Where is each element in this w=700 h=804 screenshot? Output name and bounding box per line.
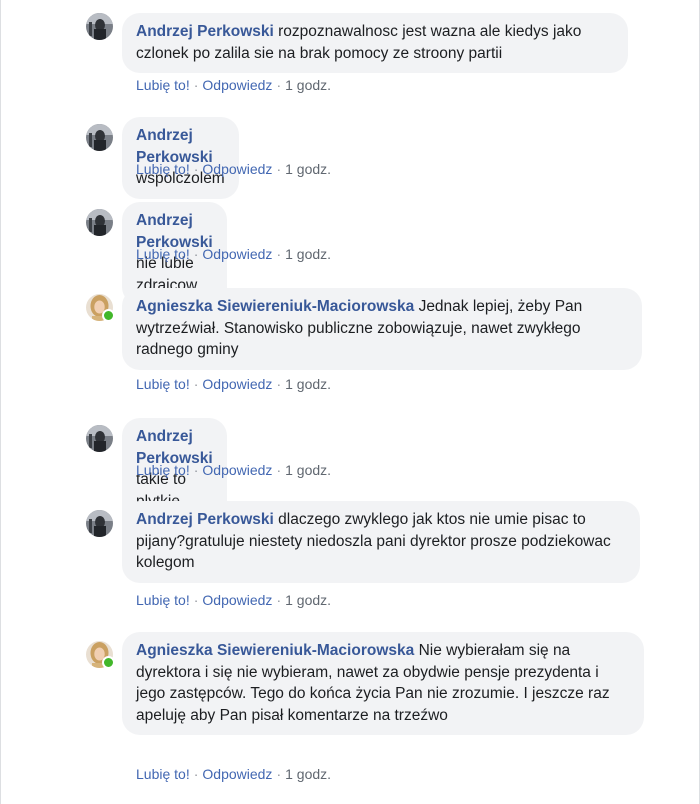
comment-bubble: Agnieszka Siewiereniuk-Maciorowska Jedna… <box>122 288 642 370</box>
user-photo-icon <box>86 209 113 236</box>
avatar-andrzej[interactable] <box>86 425 113 452</box>
online-status-icon <box>102 309 115 322</box>
comment-actions: Lubię to! · Odpowiedz · 1 godz. <box>136 77 331 93</box>
like-link[interactable]: Lubię to! <box>136 462 190 478</box>
avatar-andrzej[interactable] <box>86 209 113 236</box>
comment-timestamp[interactable]: 1 godz. <box>285 592 331 608</box>
separator-dot: · <box>276 376 282 392</box>
comment-author-link[interactable]: Agnieszka Siewiereniuk-Maciorowska <box>136 298 414 315</box>
comment-timestamp[interactable]: 1 godz. <box>285 161 331 177</box>
reply-link[interactable]: Odpowiedz <box>202 376 272 392</box>
comment-bubble: Andrzej Perkowski wspolczolem <box>122 117 239 199</box>
comment-author-link[interactable]: Andrzej Perkowski <box>136 127 213 166</box>
comment-bubble: Andrzej Perkowski rozpoznawalnosc jest w… <box>122 13 628 73</box>
comment-timestamp[interactable]: 1 godz. <box>285 77 331 93</box>
comment-actions: Lubię to! · Odpowiedz · 1 godz. <box>136 592 331 608</box>
avatar-agnieszka[interactable] <box>86 294 115 322</box>
reply-link[interactable]: Odpowiedz <box>202 766 272 782</box>
separator-dot: · <box>193 592 199 608</box>
like-link[interactable]: Lubię to! <box>136 766 190 782</box>
separator-dot: · <box>276 592 282 608</box>
comment-author-link[interactable]: Andrzej Perkowski <box>136 23 274 40</box>
reply-link[interactable]: Odpowiedz <box>202 592 272 608</box>
separator-dot: · <box>276 77 282 93</box>
separator-dot: · <box>276 766 282 782</box>
comment-actions: Lubię to! · Odpowiedz · 1 godz. <box>136 766 331 782</box>
separator-dot: · <box>276 462 282 478</box>
like-link[interactable]: Lubię to! <box>136 376 190 392</box>
reply-link[interactable]: Odpowiedz <box>202 246 272 262</box>
comment-timestamp[interactable]: 1 godz. <box>285 376 331 392</box>
comment-author-link[interactable]: Andrzej Perkowski <box>136 212 213 251</box>
separator-dot: · <box>276 246 282 262</box>
page-border-left <box>0 0 1 804</box>
avatar-andrzej[interactable] <box>86 13 113 40</box>
reply-link[interactable]: Odpowiedz <box>202 77 272 93</box>
avatar-andrzej[interactable] <box>86 510 113 537</box>
comment-actions: Lubię to! · Odpowiedz · 1 godz. <box>136 246 331 262</box>
separator-dot: · <box>193 766 199 782</box>
comment-timestamp[interactable]: 1 godz. <box>285 462 331 478</box>
avatar-agnieszka[interactable] <box>86 641 115 669</box>
avatar-andrzej[interactable] <box>86 124 113 151</box>
separator-dot: · <box>276 161 282 177</box>
user-photo-icon <box>86 425 113 452</box>
like-link[interactable]: Lubię to! <box>136 246 190 262</box>
online-status-icon <box>102 656 115 669</box>
user-photo-icon <box>86 510 113 537</box>
separator-dot: · <box>193 77 199 93</box>
like-link[interactable]: Lubię to! <box>136 161 190 177</box>
comment-timestamp[interactable]: 1 godz. <box>285 246 331 262</box>
comment-timestamp[interactable]: 1 godz. <box>285 766 331 782</box>
reply-link[interactable]: Odpowiedz <box>202 462 272 478</box>
comment-author-link[interactable]: Agnieszka Siewiereniuk-Maciorowska <box>136 642 414 659</box>
comment-author-link[interactable]: Andrzej Perkowski <box>136 511 274 528</box>
like-link[interactable]: Lubię to! <box>136 77 190 93</box>
comment-actions: Lubię to! · Odpowiedz · 1 godz. <box>136 376 331 392</box>
comment-actions: Lubię to! · Odpowiedz · 1 godz. <box>136 161 331 177</box>
comment-bubble: Andrzej Perkowski dlaczego zwyklego jak … <box>122 501 640 583</box>
separator-dot: · <box>193 376 199 392</box>
like-link[interactable]: Lubię to! <box>136 592 190 608</box>
separator-dot: · <box>193 246 199 262</box>
comment-bubble: Agnieszka Siewiereniuk-Maciorowska Nie w… <box>122 632 644 735</box>
reply-link[interactable]: Odpowiedz <box>202 161 272 177</box>
comment-author-link[interactable]: Andrzej Perkowski <box>136 428 213 467</box>
user-photo-icon <box>86 124 113 151</box>
user-photo-icon <box>86 13 113 40</box>
comment-actions: Lubię to! · Odpowiedz · 1 godz. <box>136 462 331 478</box>
separator-dot: · <box>193 161 199 177</box>
separator-dot: · <box>193 462 199 478</box>
